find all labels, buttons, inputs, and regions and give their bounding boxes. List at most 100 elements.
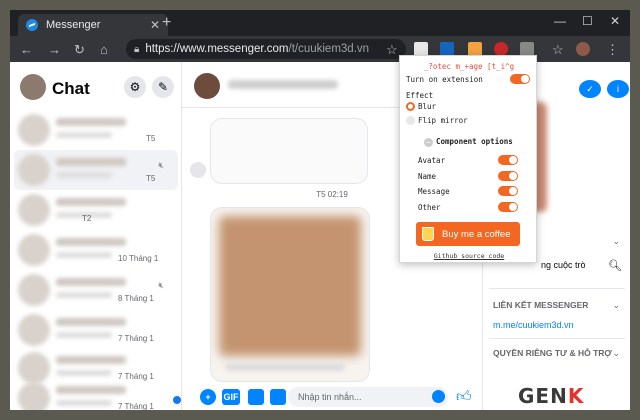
tab-title: Messenger [46, 19, 101, 31]
github-link[interactable]: Github source code [400, 252, 538, 260]
menu-icon[interactable]: ⋮ [606, 42, 619, 58]
qr-extension-icon[interactable] [414, 42, 428, 56]
chevron-down-icon[interactable]: ⌄ [612, 236, 620, 247]
list-item[interactable]: 🔇︎ T5 [14, 150, 178, 190]
messenger-icon [26, 19, 38, 31]
message-bubble [210, 118, 368, 184]
tab-messenger[interactable]: Messenger ✕ [18, 14, 168, 36]
page-title: Chat [52, 79, 90, 98]
list-item[interactable]: 7 Tháng 1 [14, 378, 178, 410]
thumbs-up-icon[interactable]: 👍︎ [456, 388, 472, 406]
url-path: /t/cuukiem3d.vn [288, 43, 370, 55]
conversation-time: 7 Tháng 1 [118, 334, 154, 343]
address-bar[interactable]: 🔒︎ https://www.messenger.com/t/cuukiem3d… [126, 39, 406, 59]
minimize-button[interactable]: — [554, 14, 566, 28]
j-extension-icon[interactable] [440, 42, 454, 56]
search-conversation-label[interactable]: ng cuộc trò [541, 260, 586, 270]
reload-icon[interactable]: ↻ [74, 42, 85, 58]
close-tab-icon[interactable]: ✕ [150, 18, 160, 32]
avatar [18, 234, 50, 266]
info-icon[interactable]: i [607, 80, 629, 98]
avatar [18, 314, 50, 346]
flip-mirror-radio[interactable] [406, 116, 415, 125]
reading-list-icon[interactable]: ☆ [552, 42, 564, 58]
avatar [18, 274, 50, 306]
message-input[interactable]: Nhập tin nhắn... [288, 387, 448, 407]
conversation-time: 10 Tháng 1 [118, 254, 159, 263]
tab-bar: Messenger ✕ + — ☐ ✕ [10, 10, 630, 36]
component-options-label: Component options [436, 137, 513, 146]
messenger-link[interactable]: m.me/cuukiem3d.vn [493, 320, 574, 330]
compose-icon[interactable]: ✎ [152, 76, 174, 98]
conversation-time: T2 [82, 214, 92, 223]
search-icon[interactable]: 🔍︎ [608, 259, 622, 272]
chevron-down-icon[interactable]: ⌄ [612, 348, 620, 359]
composer: + GIF Nhập tin nhắn... 👍︎ [182, 386, 482, 410]
plus-icon[interactable]: + [200, 389, 216, 405]
list-item[interactable]: 🔇︎ 8 Tháng 1 [14, 270, 178, 310]
new-tab-button[interactable]: + [162, 14, 171, 32]
section-privacy-heading[interactable]: QUYỀN RIÊNG TƯ & HỖ TRỢ [493, 348, 612, 358]
turn-on-label: Turn on extension [406, 75, 483, 84]
blur-label: Blur [418, 102, 437, 111]
buy-coffee-button[interactable]: Buy me a coffee [416, 222, 520, 246]
back-icon[interactable]: ← [20, 42, 33, 57]
bookmark-star-icon[interactable]: ☆ [386, 42, 398, 58]
mute-icon: 🔇︎ [158, 160, 164, 170]
protect-message-extension-icon[interactable] [520, 42, 534, 56]
name-option-label: Name [418, 172, 437, 181]
avatar [18, 114, 50, 146]
list-item[interactable]: T5 [14, 110, 178, 150]
conversation-time: T5 [146, 134, 156, 143]
profile-avatar[interactable] [576, 42, 590, 56]
name-toggle[interactable] [498, 171, 518, 181]
message-option-label: Message [418, 187, 450, 196]
avatar [18, 382, 50, 410]
turn-on-toggle[interactable] [510, 74, 530, 84]
image-icon[interactable] [270, 389, 286, 405]
desktop-background: Messenger ✕ + — ☐ ✕ ← → ↻ ⌂ 🔒︎ https://w… [0, 0, 640, 420]
popup-title: _?otec m_+age [t_i^g [423, 62, 515, 71]
conversation-time: 7 Tháng 1 [118, 402, 154, 410]
gif-button[interactable]: GIF [222, 389, 240, 405]
home-icon[interactable]: ⌂ [100, 42, 108, 57]
other-toggle[interactable] [498, 202, 518, 212]
browser-toolbar: ← → ↻ ⌂ 🔒︎ https://www.messenger.com/t/c… [10, 36, 630, 62]
list-item[interactable]: 10 Tháng 1 [14, 230, 178, 270]
effect-label: Effect [406, 91, 434, 100]
watermark-logo: GENK [518, 384, 585, 408]
list-item[interactable]: 7 Tháng 1 [14, 310, 178, 350]
avatar[interactable] [20, 74, 46, 100]
blur-radio[interactable] [406, 102, 415, 111]
divider [489, 288, 625, 289]
maximize-button[interactable]: ☐ [582, 14, 593, 28]
gear-icon[interactable]: ⚙ [124, 76, 146, 98]
avatar [18, 194, 50, 226]
avatar [18, 154, 50, 186]
avatar[interactable] [194, 73, 220, 99]
sticker-icon[interactable] [248, 389, 264, 405]
message-media[interactable] [210, 207, 370, 382]
lock-icon: 🔒︎ [134, 43, 140, 55]
ublock-extension-icon[interactable] [494, 42, 508, 56]
video-call-button[interactable]: ✓ [579, 80, 601, 98]
box-extension-icon[interactable] [468, 42, 482, 56]
close-window-button[interactable]: ✕ [610, 14, 620, 28]
url-host: https://www.messenger.com [145, 43, 289, 55]
extension-popup: _?otec m_+age [t_i^g Turn on extension E… [399, 55, 537, 263]
divider [489, 338, 625, 339]
emoji-icon[interactable] [432, 390, 445, 403]
collapse-icon[interactable]: − [424, 138, 433, 147]
mute-icon: 🔇︎ [158, 280, 164, 290]
forward-icon[interactable]: → [48, 42, 61, 57]
blurred-text [225, 363, 345, 371]
chevron-down-icon[interactable]: ⌄ [612, 300, 620, 311]
list-item[interactable]: T2 [14, 190, 178, 230]
avatar-toggle[interactable] [498, 155, 518, 165]
coffee-cup-icon [422, 227, 434, 241]
flip-mirror-label: Flip mirror [418, 116, 468, 125]
message-toggle[interactable] [498, 186, 518, 196]
unread-dot [173, 396, 181, 404]
section-links-heading[interactable]: LIÊN KẾT MESSENGER [493, 300, 588, 310]
buy-coffee-label: Buy me a coffee [442, 228, 511, 240]
